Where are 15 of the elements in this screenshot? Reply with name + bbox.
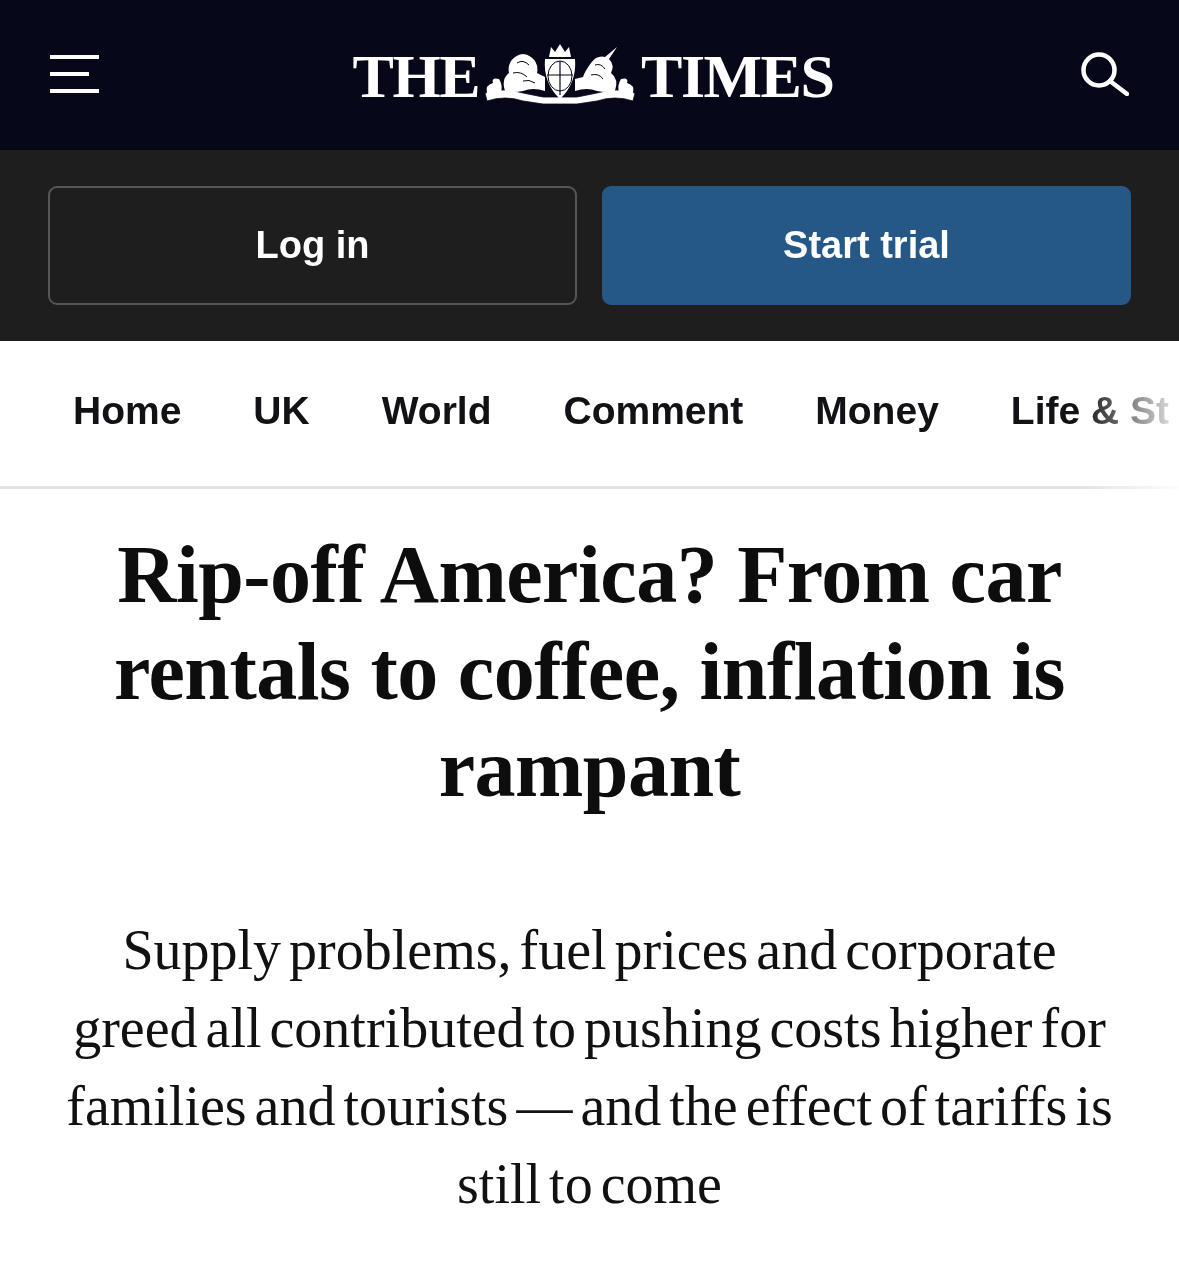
logo-wordmark: TIMES: [641, 41, 834, 107]
coat-of-arms-icon: [483, 43, 638, 105]
nav-link[interactable]: Life & St: [1010, 388, 1169, 433]
nav-link[interactable]: Comment: [563, 388, 744, 433]
logo-wordmark: THE: [352, 41, 480, 107]
start-trial-button[interactable]: Start trial: [602, 186, 1131, 305]
article-standfirst: Supply problems, fuel prices and corporate greed all contributed to pushing costs higher for families and tourists — and the effect of tariffs is still to come: [65, 918, 1114, 1217]
nav-link[interactable]: UK: [253, 388, 310, 433]
menu-icon[interactable]: [50, 55, 99, 93]
search-icon[interactable]: [1081, 52, 1129, 96]
article-headline: Rip-off America? From car rentals to coffee, inflation is rampant: [113, 528, 1066, 816]
nav-link[interactable]: Home: [73, 388, 182, 433]
nav-link[interactable]: World: [381, 388, 492, 433]
log-in-button[interactable]: Log in: [48, 186, 577, 305]
nav-link[interactable]: Money: [815, 388, 939, 433]
